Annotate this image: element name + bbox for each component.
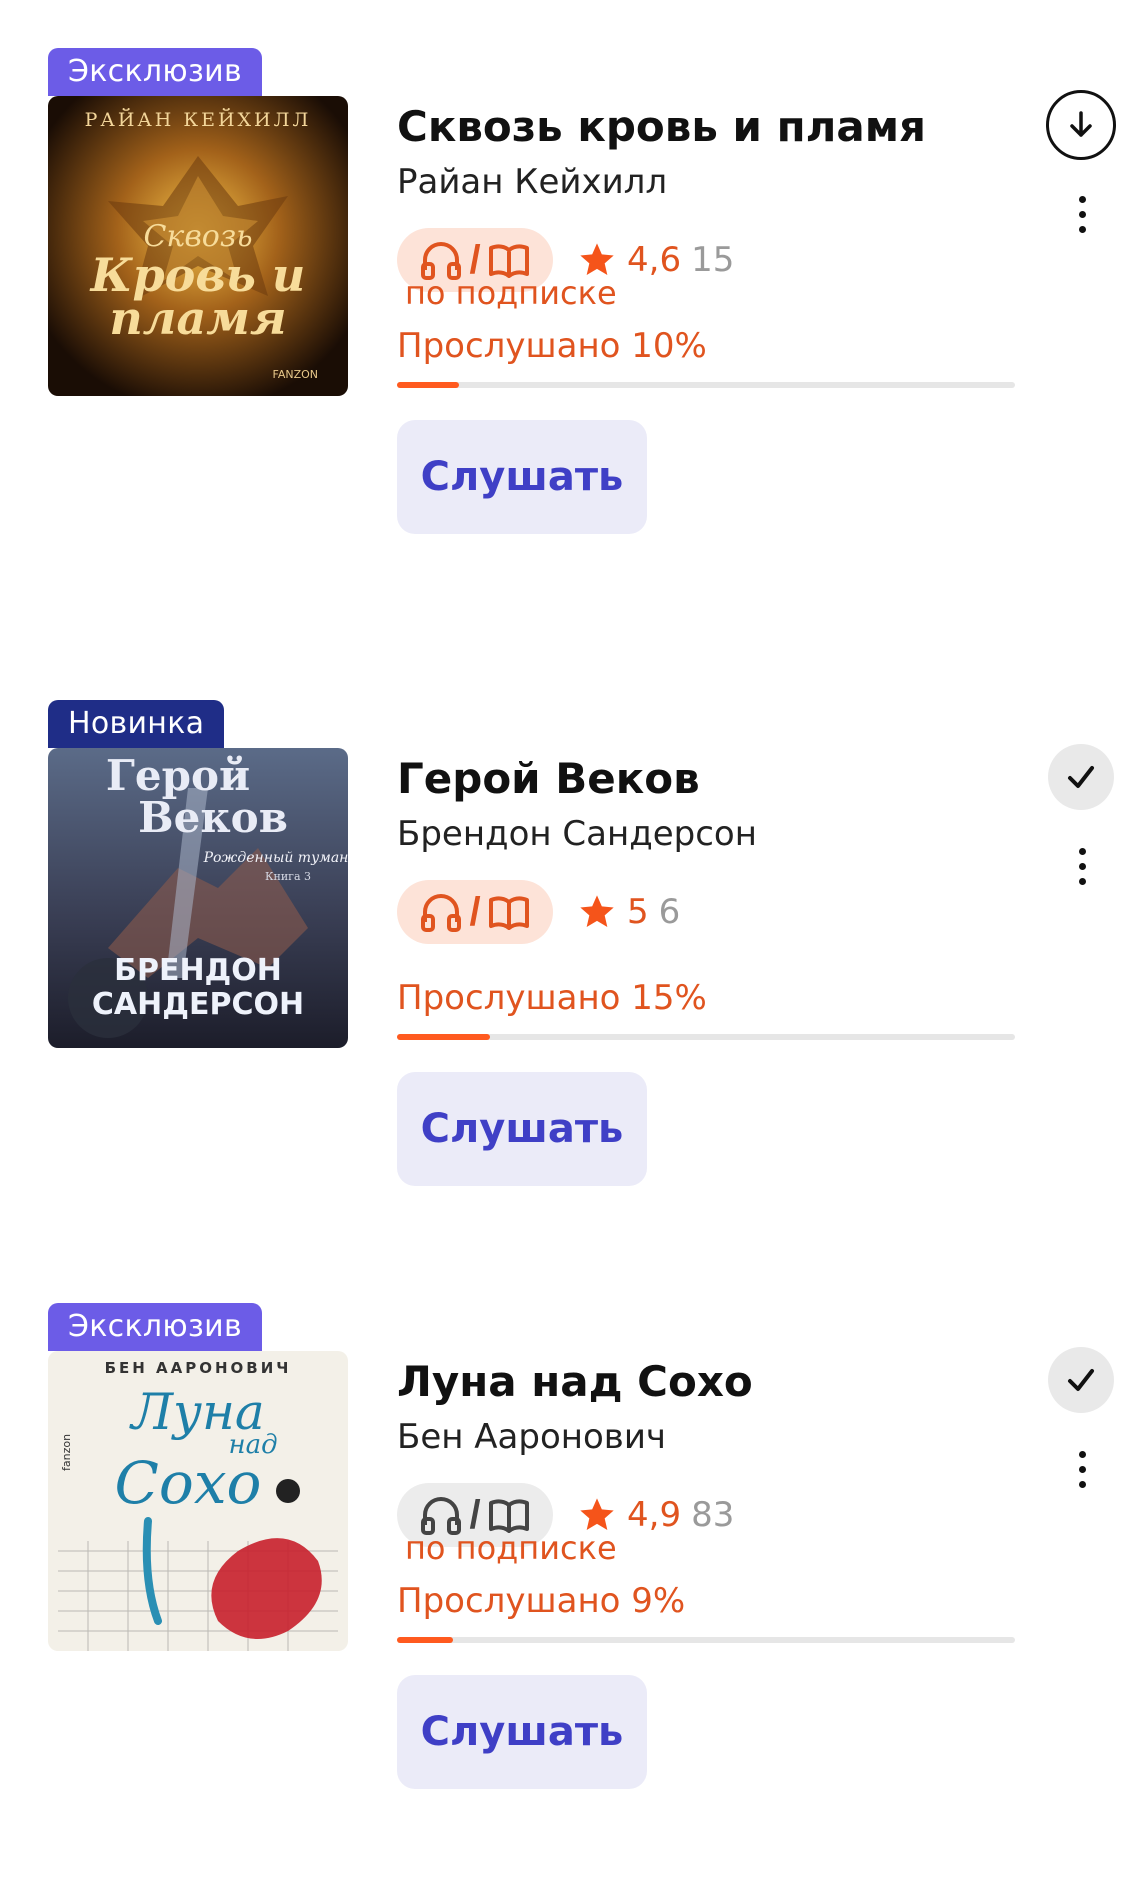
- cover-title-line3: Сохо: [115, 1449, 262, 1517]
- cover-title-line3: пламя: [109, 291, 286, 345]
- exclusive-badge: Эксклюзив: [48, 1303, 262, 1351]
- headphones-icon: [421, 894, 462, 932]
- progress-bar: [397, 1034, 1015, 1040]
- rating-count: 83: [691, 1495, 735, 1535]
- cover-author-last: САНДЕРСОН: [92, 987, 304, 1022]
- format-badge: /: [397, 880, 553, 944]
- more-options-button[interactable]: [1062, 836, 1102, 896]
- cover-subtitle: Рожденный туманом: [203, 850, 348, 866]
- new-badge: Новинка: [48, 700, 225, 748]
- download-button[interactable]: [1046, 90, 1116, 160]
- listen-button[interactable]: Слушать: [397, 1072, 647, 1186]
- book-title[interactable]: Герой Веков: [397, 754, 700, 803]
- dot: [1078, 877, 1086, 885]
- rating-value: 4,9: [627, 1495, 682, 1535]
- rating-count: 6: [658, 892, 681, 932]
- rating-value: 5: [627, 892, 649, 932]
- progress-bar: [397, 382, 1015, 388]
- more-options-button[interactable]: [1062, 184, 1102, 244]
- book-author[interactable]: Брендон Сандерсон: [397, 814, 757, 854]
- book-icon: [488, 896, 529, 930]
- progress-bar: [397, 1637, 1015, 1643]
- book-title[interactable]: Сквозь кровь и пламя: [397, 102, 926, 151]
- cover-title-line2: Веков: [138, 793, 288, 842]
- dot: [1078, 225, 1086, 233]
- exclusive-badge: Эксклюзив: [48, 48, 262, 96]
- dot: [1078, 195, 1086, 203]
- book-cover[interactable]: БЕН ААРОНОВИЧ Луна над Сохо fanzon: [48, 1351, 348, 1651]
- book-cover[interactable]: Герой Веков Рожденный туманом Книга 3 БР…: [48, 748, 348, 1048]
- cover-publisher: FANZON: [273, 368, 319, 381]
- listen-button[interactable]: Слушать: [397, 1675, 647, 1789]
- progress-fill: [397, 1637, 453, 1643]
- cover-publisher: fanzon: [60, 1434, 73, 1471]
- download-icon: [1070, 111, 1092, 137]
- cover-author-first: БРЕНДОН: [114, 953, 282, 988]
- rating-count: 15: [691, 240, 735, 280]
- dot: [1078, 210, 1086, 218]
- star-icon: [580, 895, 614, 927]
- check-icon: [1068, 766, 1094, 788]
- downloaded-button[interactable]: [1048, 744, 1114, 810]
- dot: [1078, 1480, 1086, 1488]
- progress-label: Прослушано 9%: [397, 1581, 686, 1621]
- progress-fill: [397, 1034, 490, 1040]
- book-author[interactable]: Райан Кейхилл: [397, 162, 667, 202]
- book-author[interactable]: Бен Ааронович: [397, 1417, 666, 1457]
- cover-book-number: Книга 3: [265, 870, 311, 883]
- rating-value: 4,6: [627, 240, 682, 280]
- subscription-label: по подписке: [405, 1529, 617, 1567]
- progress-fill: [397, 382, 459, 388]
- check-icon: [1068, 1369, 1094, 1391]
- book-title[interactable]: Луна над Сохо: [397, 1357, 753, 1406]
- rating: 5 6: [577, 880, 680, 944]
- listen-button[interactable]: Слушать: [397, 420, 647, 534]
- cover-author: РАЙАН КЕЙХИЛЛ: [85, 108, 312, 131]
- book-cover[interactable]: РАЙАН КЕЙХИЛЛ Сквозь Кровь и пламя FANZO…: [48, 96, 348, 396]
- progress-label: Прослушано 10%: [397, 326, 707, 366]
- dot: [1078, 1450, 1086, 1458]
- more-options-button[interactable]: [1062, 1439, 1102, 1499]
- progress-label: Прослушано 15%: [397, 978, 707, 1018]
- dot: [1078, 847, 1086, 855]
- subscription-label: по подписке: [405, 274, 617, 312]
- dot: [1078, 1465, 1086, 1473]
- slash-divider: /: [469, 890, 481, 934]
- downloaded-button[interactable]: [1048, 1347, 1114, 1413]
- dot: [1078, 862, 1086, 870]
- cover-author: БЕН ААРОНОВИЧ: [105, 1359, 292, 1377]
